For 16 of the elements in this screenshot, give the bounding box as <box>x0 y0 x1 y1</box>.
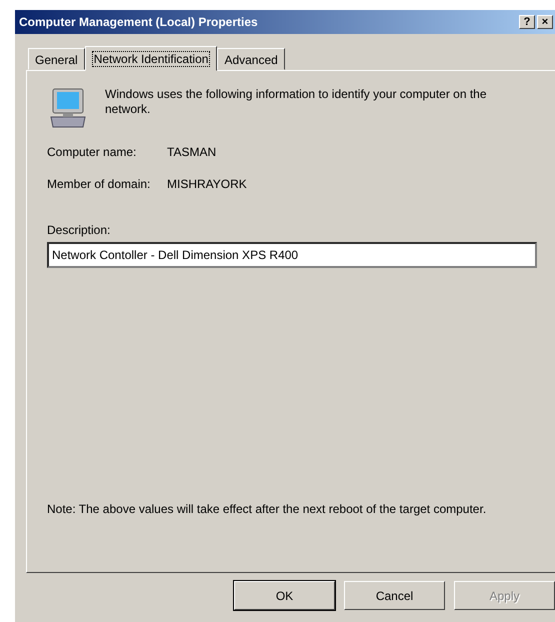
help-button[interactable]: ? <box>519 15 535 29</box>
window-title: Computer Management (Local) Properties <box>19 14 259 31</box>
field-value: MISHRAYORK <box>167 176 247 193</box>
description-field[interactable]: Network Contoller - Dell Dimension XPS R400 <box>47 242 537 268</box>
field-label: Computer name: <box>47 144 138 161</box>
field-value: TASMAN <box>167 144 216 161</box>
tab[interactable]: General <box>28 48 85 70</box>
tab[interactable]: Network Identification <box>84 46 218 71</box>
dialog-button[interactable]: Cancel <box>344 581 445 610</box>
close-button[interactable]: × <box>537 15 553 29</box>
dialog-button[interactable]: OK <box>234 581 335 610</box>
intro-text: Windows uses the following information to identify your computer on the network. <box>105 87 488 117</box>
description-label: Description: <box>47 222 110 239</box>
note-text: Note: The above values will take effect after the next reboot of the target computer. <box>47 502 488 517</box>
field-label: Member of domain: <box>47 176 152 193</box>
tab[interactable]: Advanced <box>217 48 285 70</box>
